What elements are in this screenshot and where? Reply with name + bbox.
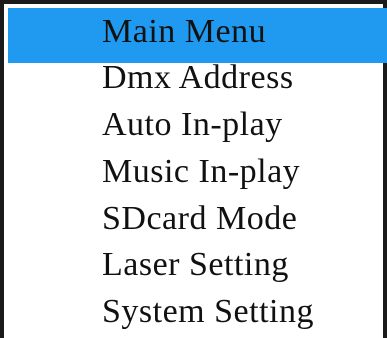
menu-item-sdcard-mode[interactable]: SDcard Mode <box>102 199 297 239</box>
menu-title[interactable]: Main Menu <box>102 12 266 52</box>
menu-item-dmx-address[interactable]: Dmx Address <box>102 58 294 98</box>
menu-item-music-in-play[interactable]: Music In-play <box>102 152 300 192</box>
menu-item-system-setting[interactable]: System Setting <box>102 292 314 332</box>
menu-item-laser-setting[interactable]: Laser Setting <box>102 245 289 285</box>
menu-item-auto-in-play[interactable]: Auto In-play <box>102 105 283 145</box>
